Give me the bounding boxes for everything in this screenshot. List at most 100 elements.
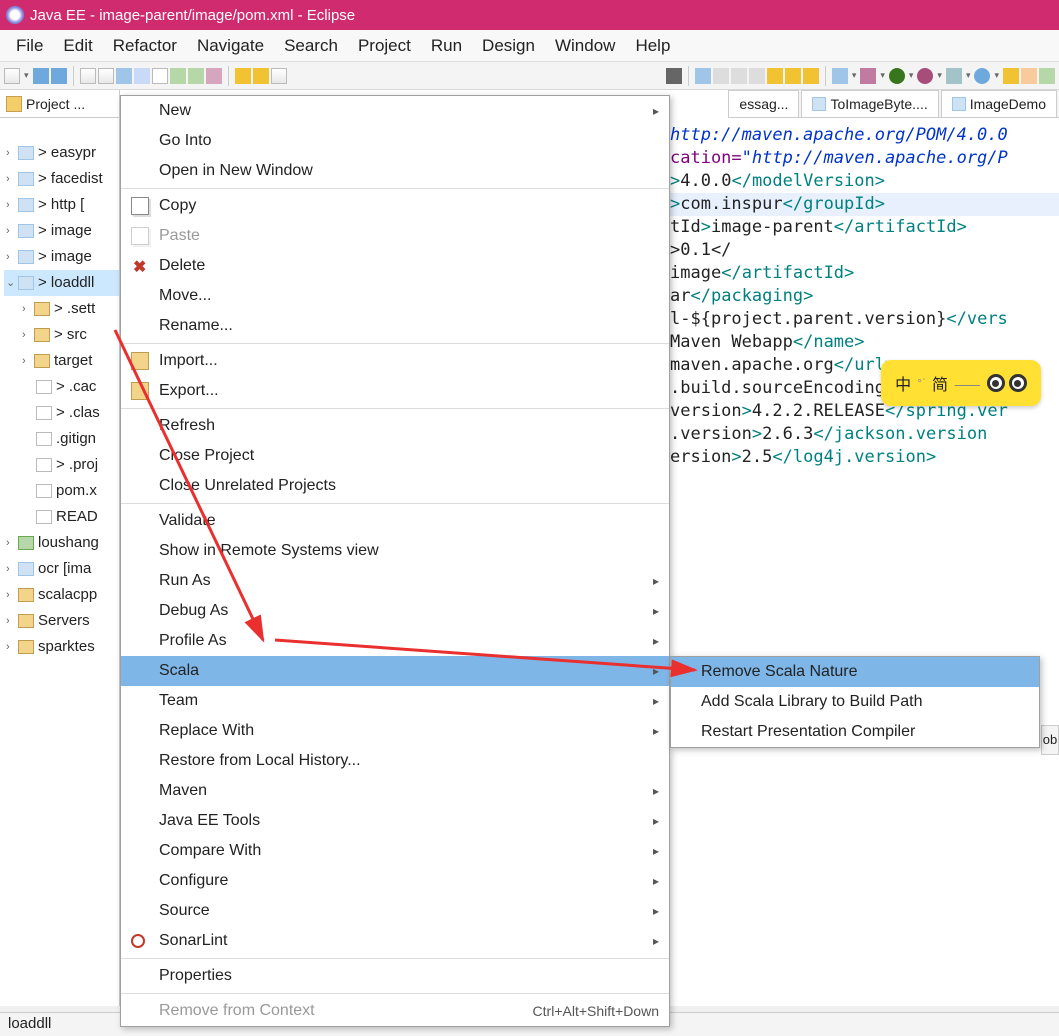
tree-item[interactable]: > .cac	[4, 374, 119, 400]
menu-properties[interactable]: Properties	[121, 961, 669, 991]
tree-item[interactable]: ›Servers	[4, 608, 119, 634]
menu-sonarlint[interactable]: SonarLint▸	[121, 926, 669, 956]
tree-item[interactable]: .gitign	[4, 426, 119, 452]
dropdown-icon[interactable]: ▾	[935, 70, 944, 81]
dropdown-icon[interactable]: ▾	[878, 70, 887, 81]
tool-icon[interactable]	[116, 68, 132, 84]
new-button-icon[interactable]	[4, 68, 20, 84]
editor-tab[interactable]: ImageDemo	[941, 90, 1057, 117]
dropdown-icon[interactable]: ▾	[907, 70, 916, 81]
menu-help[interactable]: Help	[625, 32, 680, 60]
tree-item[interactable]: ›scalacpp	[4, 582, 119, 608]
menu-run[interactable]: Run	[421, 32, 472, 60]
tool-icon[interactable]	[152, 68, 168, 84]
save-all-icon[interactable]	[51, 68, 67, 84]
menu-copy[interactable]: Copy	[121, 191, 669, 221]
ime-widget[interactable]: 中 °ˈ 简 ⸺	[881, 360, 1041, 406]
tool-icon[interactable]	[253, 68, 269, 84]
tree-item[interactable]: > .proj	[4, 452, 119, 478]
menu-refresh[interactable]: Refresh	[121, 411, 669, 441]
menu-navigate[interactable]: Navigate	[187, 32, 274, 60]
run-config-icon[interactable]	[917, 68, 933, 84]
menu-rename[interactable]: Rename...	[121, 311, 669, 341]
tree-item[interactable]: pom.x	[4, 478, 119, 504]
tool-icon[interactable]	[1021, 68, 1037, 84]
menu-close-project[interactable]: Close Project	[121, 441, 669, 471]
menu-configure[interactable]: Configure▸	[121, 866, 669, 896]
menu-design[interactable]: Design	[472, 32, 545, 60]
tool-icon[interactable]	[188, 68, 204, 84]
tree-item[interactable]: READ	[4, 504, 119, 530]
tool-icon[interactable]	[271, 68, 287, 84]
tool-icon[interactable]	[98, 68, 114, 84]
step-over-icon[interactable]	[767, 68, 783, 84]
menu-debug-as[interactable]: Debug As▸	[121, 596, 669, 626]
menu-new[interactable]: New▸	[121, 96, 669, 126]
tree-item[interactable]: > .clas	[4, 400, 119, 426]
menu-maven[interactable]: Maven▸	[121, 776, 669, 806]
tool-icon[interactable]	[235, 68, 251, 84]
menu-move[interactable]: Move...	[121, 281, 669, 311]
menu-file[interactable]: File	[6, 32, 53, 60]
tool-icon[interactable]	[666, 68, 682, 84]
tool-icon[interactable]	[1039, 68, 1055, 84]
menu-close-unrelated[interactable]: Close Unrelated Projects	[121, 471, 669, 501]
tree-item-loaddll[interactable]: ⌄> loaddll	[4, 270, 119, 296]
tree-item[interactable]: ›target	[4, 348, 119, 374]
tool-icon[interactable]	[80, 68, 96, 84]
resume-icon[interactable]	[695, 68, 711, 84]
menu-validate[interactable]: Validate	[121, 506, 669, 536]
tree-item[interactable]: ›> image	[4, 218, 119, 244]
menu-restore-local[interactable]: Restore from Local History...	[121, 746, 669, 776]
tool-icon[interactable]	[170, 68, 186, 84]
pause-icon[interactable]	[713, 68, 729, 84]
tree-item[interactable]: ›> facedist	[4, 166, 119, 192]
server-icon[interactable]	[974, 68, 990, 84]
tree-item[interactable]: ›> easypr	[4, 140, 119, 166]
menu-refactor[interactable]: Refactor	[103, 32, 187, 60]
tree-item[interactable]: ›> image	[4, 244, 119, 270]
step-into-icon[interactable]	[785, 68, 801, 84]
step-icon[interactable]	[749, 68, 765, 84]
tool-icon[interactable]	[946, 68, 962, 84]
menu-source[interactable]: Source▸	[121, 896, 669, 926]
submenu-restart-compiler[interactable]: Restart Presentation Compiler	[671, 717, 1039, 747]
run-icon[interactable]	[889, 68, 905, 84]
tree-item[interactable]: ›> http [	[4, 192, 119, 218]
tool-icon[interactable]	[134, 68, 150, 84]
menu-open-new-window[interactable]: Open in New Window	[121, 156, 669, 186]
menu-window[interactable]: Window	[545, 32, 625, 60]
editor-tab[interactable]: essag...	[728, 90, 799, 117]
dropdown-icon[interactable]: ▾	[850, 70, 859, 81]
menu-search[interactable]: Search	[274, 32, 348, 60]
tool-icon[interactable]	[1003, 68, 1019, 84]
menu-team[interactable]: Team▸	[121, 686, 669, 716]
menu-import[interactable]: Import...	[121, 346, 669, 376]
ext-tools-icon[interactable]	[860, 68, 876, 84]
menu-javaee-tools[interactable]: Java EE Tools▸	[121, 806, 669, 836]
tree-item[interactable]: ›ocr [ima	[4, 556, 119, 582]
menu-delete[interactable]: ✖Delete	[121, 251, 669, 281]
tree-item[interactable]: ›> .sett	[4, 296, 119, 322]
tree-item[interactable]: ›loushang	[4, 530, 119, 556]
menu-show-remote[interactable]: Show in Remote Systems view	[121, 536, 669, 566]
tree-item[interactable]: ›> src	[4, 322, 119, 348]
tool-icon[interactable]	[206, 68, 222, 84]
menu-export[interactable]: Export...	[121, 376, 669, 406]
project-explorer-tab[interactable]: Project ...	[0, 90, 119, 118]
menu-compare-with[interactable]: Compare With▸	[121, 836, 669, 866]
submenu-add-scala-library[interactable]: Add Scala Library to Build Path	[671, 687, 1039, 717]
menu-edit[interactable]: Edit	[53, 32, 102, 60]
menu-run-as[interactable]: Run As▸	[121, 566, 669, 596]
dropdown-icon[interactable]: ▾	[22, 70, 31, 81]
menu-project[interactable]: Project	[348, 32, 421, 60]
tree-item[interactable]: ›sparktes	[4, 634, 119, 660]
menu-replace-with[interactable]: Replace With▸	[121, 716, 669, 746]
dropdown-icon[interactable]: ▾	[992, 70, 1001, 81]
project-tree[interactable]: ›> easypr ›> facedist ›> http [ ›> image…	[0, 118, 119, 660]
problems-tab[interactable]: ob	[1041, 725, 1059, 755]
dropdown-icon[interactable]: ▾	[964, 70, 973, 81]
menu-profile-as[interactable]: Profile As▸	[121, 626, 669, 656]
stop-icon[interactable]	[731, 68, 747, 84]
step-return-icon[interactable]	[803, 68, 819, 84]
